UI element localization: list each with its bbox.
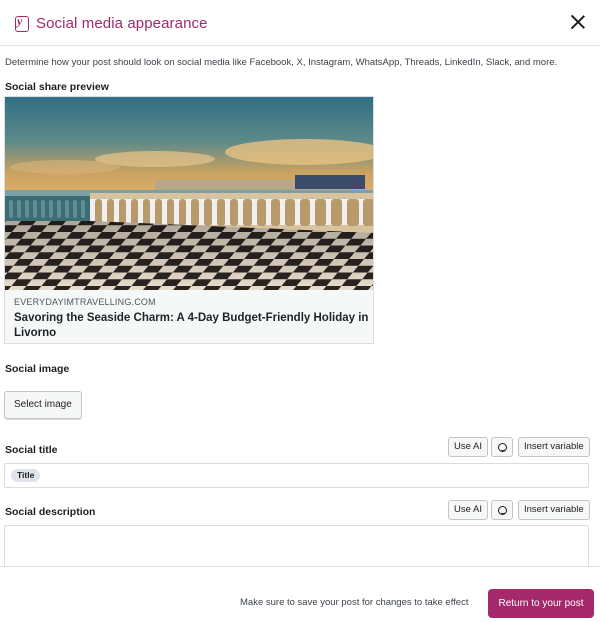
select-image-button[interactable]: Select image <box>4 391 82 419</box>
social-title-label: Social title <box>5 444 58 456</box>
social-share-preview-label: Social share preview <box>5 81 109 93</box>
social-image-label: Social image <box>5 363 70 375</box>
social-title-emoji-button[interactable] <box>491 437 513 457</box>
smiley-icon <box>498 506 507 515</box>
save-note: Make sure to save your post for changes … <box>240 597 469 608</box>
modal-title: Social media appearance <box>36 15 208 32</box>
return-to-post-button[interactable]: Return to your post <box>488 589 594 618</box>
social-title-field[interactable]: Title <box>4 463 589 488</box>
preview-title: Savoring the Seaside Charm: A 4-Day Budg… <box>14 312 369 339</box>
modal-footer: Make sure to save your post for changes … <box>0 566 600 622</box>
social-description-use-ai-button[interactable]: Use AI <box>448 500 488 520</box>
preview-image <box>5 97 373 290</box>
preview-domain: EVERYDAYIMTRAVELLING.COM <box>14 297 156 307</box>
preview-meta: EVERYDAYIMTRAVELLING.COM Savoring the Se… <box>5 290 373 343</box>
social-title-use-ai-button[interactable]: Use AI <box>448 437 488 457</box>
social-description-field[interactable] <box>4 525 589 566</box>
social-share-preview-card[interactable]: EVERYDAYIMTRAVELLING.COM Savoring the Se… <box>4 96 374 344</box>
title-variable-tag[interactable]: Title <box>11 469 41 482</box>
social-description-emoji-button[interactable] <box>491 500 513 520</box>
modal-content: Determine how your post should look on s… <box>0 46 600 566</box>
modal-header: Social media appearance <box>0 0 600 46</box>
close-icon[interactable] <box>570 14 586 30</box>
smiley-icon <box>498 443 507 452</box>
social-description-insert-variable-button[interactable]: Insert variable <box>518 500 590 520</box>
social-description-label: Social description <box>5 506 96 518</box>
social-title-insert-variable-button[interactable]: Insert variable <box>518 437 590 457</box>
yoast-logo-icon <box>15 14 29 32</box>
intro-text: Determine how your post should look on s… <box>5 57 558 68</box>
